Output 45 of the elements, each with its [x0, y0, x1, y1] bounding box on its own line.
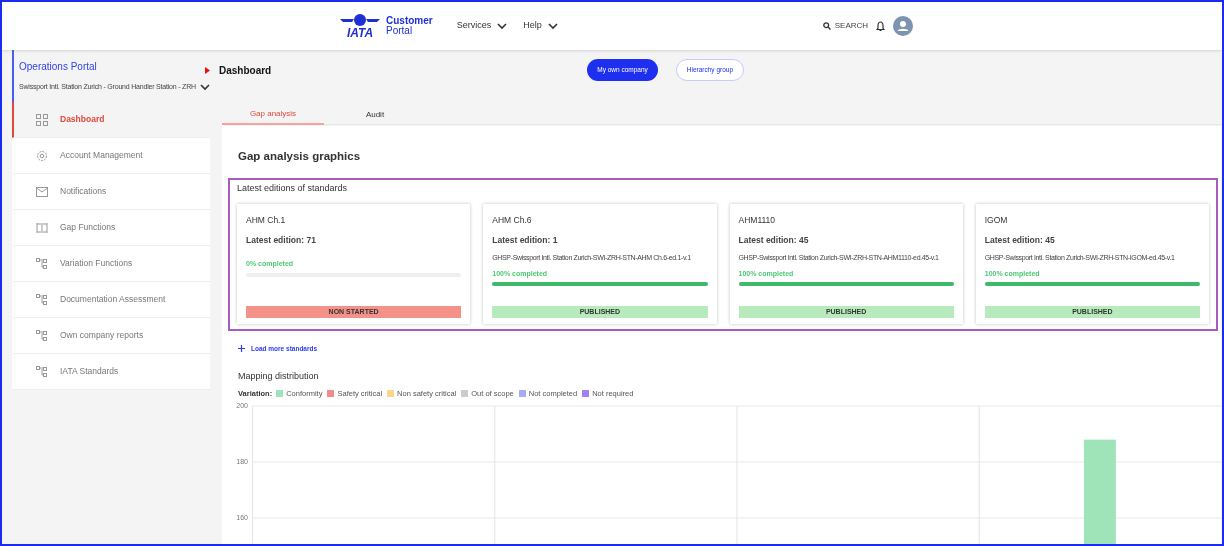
- grid-icon: [36, 113, 48, 126]
- page-title: Dashboard: [219, 63, 272, 78]
- brand-title: Customer: [386, 16, 433, 26]
- sidebar-item[interactable]: Dashboard: [12, 102, 210, 138]
- bell-icon[interactable]: [876, 20, 886, 32]
- sidebar-item[interactable]: IATA Standards: [12, 354, 210, 390]
- plus-icon: [238, 345, 245, 353]
- tab[interactable]: Audit: [324, 104, 426, 125]
- sidebar-item[interactable]: Notifications: [12, 174, 210, 210]
- standard-name: AHM Ch.1: [246, 213, 287, 227]
- search-icon: [822, 22, 831, 30]
- chart-title: Mapping distribution: [238, 369, 320, 383]
- nav-menu[interactable]: Services: [456, 19, 508, 33]
- envelope-icon: [36, 186, 48, 197]
- chevron-down-icon: [497, 21, 508, 31]
- edition-label: Latest edition: 1: [492, 233, 559, 247]
- sidebar-item[interactable]: Gap Functions: [12, 210, 210, 246]
- standard-name: AHM1110: [738, 213, 777, 227]
- sidebar-item[interactable]: Variation Functions: [12, 246, 210, 282]
- sidebar-item[interactable]: Documentation Assessment: [12, 282, 210, 318]
- edition-label: Latest edition: 71: [246, 233, 317, 247]
- gap-icon: [36, 221, 48, 234]
- hierarchy-icon: [36, 329, 48, 342]
- hierarchy-icon: [36, 293, 48, 306]
- logo-text: IATA: [346, 27, 374, 39]
- edition-label: Latest edition: 45: [984, 233, 1056, 247]
- sidebar-item[interactable]: Own company reports: [12, 318, 210, 354]
- globe-wings-icon: [340, 13, 380, 27]
- hierarchy-icon: [36, 257, 48, 270]
- sidebar-item[interactable]: Account Management: [12, 138, 210, 174]
- standard-name: IGOM: [984, 213, 1009, 227]
- panel-title: Latest editions of standards: [237, 182, 349, 196]
- chevron-down-icon: [547, 21, 558, 31]
- nav-menu[interactable]: Help: [523, 19, 558, 33]
- edition-label: Latest edition: 45: [738, 233, 810, 247]
- section-title: Gap analysis graphics: [238, 149, 362, 164]
- caret-icon: [205, 66, 210, 74]
- settings-icon: [36, 149, 48, 162]
- hierarchy-icon: [36, 365, 48, 378]
- chevron-down-icon: [199, 82, 210, 92]
- search-button[interactable]: SEARCH: [822, 20, 869, 32]
- standard-name: AHM Ch.6: [492, 213, 533, 227]
- portal-title: Operations Portal: [19, 60, 97, 74]
- avatar-icon[interactable]: [893, 16, 914, 36]
- brand-subtitle: Portal: [386, 26, 414, 36]
